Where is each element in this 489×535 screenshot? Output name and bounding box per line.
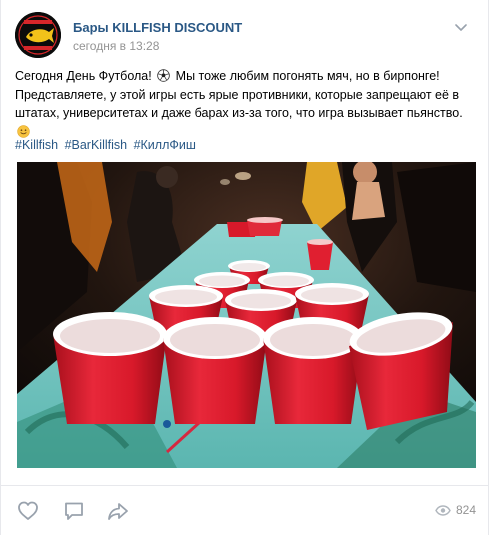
- post-text-line1-a: Сегодня День Футбола!: [15, 69, 156, 83]
- chevron-down-icon[interactable]: [455, 20, 467, 31]
- wall-post: Бары KILLFISH DISCOUNT сегодня в 13:28 С…: [0, 0, 489, 535]
- post-photo[interactable]: [17, 162, 476, 468]
- killfish-logo-icon: [15, 12, 61, 58]
- hashtag-killfish-ru[interactable]: #КиллФиш: [134, 138, 196, 152]
- comment-icon[interactable]: [63, 500, 85, 522]
- post-actions-bar: 824: [1, 485, 489, 535]
- share-arrow-icon[interactable]: [107, 500, 129, 522]
- eye-icon: [435, 504, 451, 516]
- beer-pong-photo: [17, 162, 476, 468]
- post-date-link[interactable]: сегодня в 13:28: [73, 39, 159, 53]
- hashtags: #Killfish #BarKillfish #КиллФиш: [15, 136, 199, 154]
- post-text: Сегодня День Футбола! Мы тоже любим пого…: [15, 67, 477, 141]
- post-text-line2: Представляете, у этой игры есть ярые про…: [15, 87, 463, 121]
- hashtag-killfish[interactable]: #Killfish: [15, 138, 58, 152]
- heart-icon[interactable]: [17, 500, 39, 522]
- avatar[interactable]: [15, 12, 61, 58]
- post-text-line1-b: Мы тоже любим погонять мяч, но в бирпонг…: [172, 69, 440, 83]
- post-header: Бары KILLFISH DISCOUNT сегодня в 13:28: [15, 12, 475, 58]
- views-counter: 824: [435, 503, 476, 517]
- views-count: 824: [455, 503, 476, 517]
- soccer-ball-icon: [157, 69, 170, 82]
- post-author-link[interactable]: Бары KILLFISH DISCOUNT: [73, 20, 242, 35]
- hashtag-barkillfish[interactable]: #BarKillfish: [65, 138, 128, 152]
